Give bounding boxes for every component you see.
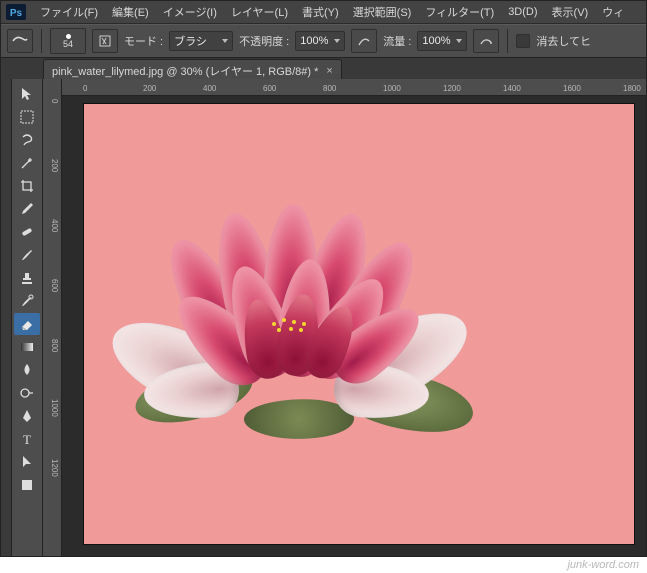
path-select-tool-icon[interactable] bbox=[14, 451, 40, 473]
divider bbox=[507, 29, 508, 53]
tool-preset-icon[interactable] bbox=[7, 29, 33, 53]
wand-tool-icon[interactable] bbox=[14, 152, 40, 174]
ruler-h-tick: 200 bbox=[143, 84, 156, 93]
menu-3d[interactable]: 3D(D) bbox=[501, 4, 544, 20]
document-tab-title: pink_water_lilymed.jpg @ 30% (レイヤー 1, RG… bbox=[52, 63, 318, 79]
brush-panel-icon[interactable] bbox=[92, 29, 118, 53]
dodge-tool-icon[interactable] bbox=[14, 382, 40, 404]
brush-tool-icon[interactable] bbox=[14, 244, 40, 266]
flow-field[interactable]: 100% bbox=[417, 31, 467, 51]
flow-value: 100% bbox=[422, 35, 450, 47]
ruler-h-tick: 1600 bbox=[563, 84, 581, 93]
ruler-h-tick: 0 bbox=[83, 84, 87, 93]
canvas-area: 0 200 400 600 800 1000 1200 1400 1600 18… bbox=[43, 79, 646, 556]
healing-tool-icon[interactable] bbox=[14, 221, 40, 243]
eyedropper-tool-icon[interactable] bbox=[14, 198, 40, 220]
erase-history-label: 消去してヒ bbox=[536, 33, 591, 49]
lasso-tool-icon[interactable] bbox=[14, 129, 40, 151]
photoshop-window: Ps ファイル(F) 編集(E) イメージ(I) レイヤー(L) 書式(Y) 選… bbox=[0, 0, 647, 557]
menu-select[interactable]: 選択範囲(S) bbox=[346, 2, 419, 22]
ruler-h-tick: 1200 bbox=[443, 84, 461, 93]
menu-image[interactable]: イメージ(I) bbox=[156, 2, 224, 22]
mode-dropdown[interactable]: ブラシ bbox=[169, 31, 233, 51]
move-tool-icon[interactable] bbox=[14, 83, 40, 105]
ruler-h-tick: 1000 bbox=[383, 84, 401, 93]
stamp-tool-icon[interactable] bbox=[14, 267, 40, 289]
eraser-tool-icon[interactable] bbox=[14, 313, 40, 335]
chevron-down-icon bbox=[334, 39, 340, 43]
tool-panel: T bbox=[12, 79, 43, 556]
ruler-h-tick: 1800 bbox=[623, 84, 641, 93]
ruler-h-tick: 600 bbox=[263, 84, 276, 93]
chevron-down-icon bbox=[456, 39, 462, 43]
menu-window[interactable]: ウィ bbox=[595, 2, 631, 22]
divider bbox=[41, 29, 42, 53]
marquee-tool-icon[interactable] bbox=[14, 106, 40, 128]
svg-text:T: T bbox=[23, 432, 31, 447]
close-icon[interactable]: × bbox=[326, 65, 332, 77]
type-tool-icon[interactable]: T bbox=[14, 428, 40, 450]
menu-file[interactable]: ファイル(F) bbox=[33, 2, 105, 22]
shape-tool-icon[interactable] bbox=[14, 474, 40, 496]
ruler-v-tick: 200 bbox=[50, 159, 59, 172]
menu-view[interactable]: 表示(V) bbox=[545, 2, 596, 22]
canvas[interactable] bbox=[83, 103, 635, 545]
menu-filter[interactable]: フィルター(T) bbox=[418, 2, 501, 22]
ruler-h-tick: 800 bbox=[323, 84, 336, 93]
history-brush-icon[interactable] bbox=[14, 290, 40, 312]
svg-text:Ps: Ps bbox=[10, 8, 23, 19]
brush-size-value: 54 bbox=[63, 39, 73, 49]
airbrush-icon[interactable] bbox=[473, 29, 499, 53]
ruler-v-tick: 1200 bbox=[50, 459, 59, 477]
menu-type[interactable]: 書式(Y) bbox=[295, 2, 346, 22]
pressure-opacity-icon[interactable] bbox=[351, 29, 377, 53]
ruler-vertical[interactable]: 0 200 400 600 800 1000 1200 bbox=[43, 79, 62, 556]
panel-strip bbox=[1, 79, 12, 556]
brush-size-picker[interactable]: 54 bbox=[50, 28, 86, 54]
opacity-label: 不透明度 : bbox=[239, 33, 289, 49]
ruler-v-tick: 600 bbox=[50, 279, 59, 292]
flow-label: 流量 : bbox=[383, 33, 411, 49]
mode-label: モード : bbox=[124, 33, 163, 49]
ruler-v-tick: 800 bbox=[50, 339, 59, 352]
menu-bar: Ps ファイル(F) 編集(E) イメージ(I) レイヤー(L) 書式(Y) 選… bbox=[1, 1, 646, 24]
option-bar: 54 モード : ブラシ 不透明度 : 100% 流量 : 100% 消去してヒ bbox=[1, 24, 646, 58]
ruler-h-tick: 400 bbox=[203, 84, 216, 93]
ruler-v-tick: 1000 bbox=[50, 399, 59, 417]
menu-edit[interactable]: 編集(E) bbox=[105, 2, 156, 22]
ps-logo-icon: Ps bbox=[5, 3, 27, 21]
erase-history-checkbox[interactable] bbox=[516, 34, 530, 48]
ruler-h-tick: 1400 bbox=[503, 84, 521, 93]
chevron-down-icon bbox=[222, 39, 228, 43]
pen-tool-icon[interactable] bbox=[14, 405, 40, 427]
crop-tool-icon[interactable] bbox=[14, 175, 40, 197]
opacity-field[interactable]: 100% bbox=[295, 31, 345, 51]
opacity-value: 100% bbox=[300, 35, 328, 47]
blur-tool-icon[interactable] bbox=[14, 359, 40, 381]
mode-value: ブラシ bbox=[174, 33, 207, 49]
workspace: T 0 200 400 600 800 1000 1200 1400 1600 … bbox=[1, 79, 646, 556]
flower-image bbox=[124, 194, 464, 444]
menu-layer[interactable]: レイヤー(L) bbox=[224, 2, 295, 22]
ruler-horizontal[interactable]: 0 200 400 600 800 1000 1200 1400 1600 18… bbox=[61, 79, 646, 96]
ruler-v-tick: 400 bbox=[50, 219, 59, 232]
gradient-tool-icon[interactable] bbox=[14, 336, 40, 358]
watermark: junk-word.com bbox=[567, 559, 639, 571]
ruler-v-tick: 0 bbox=[50, 99, 59, 103]
